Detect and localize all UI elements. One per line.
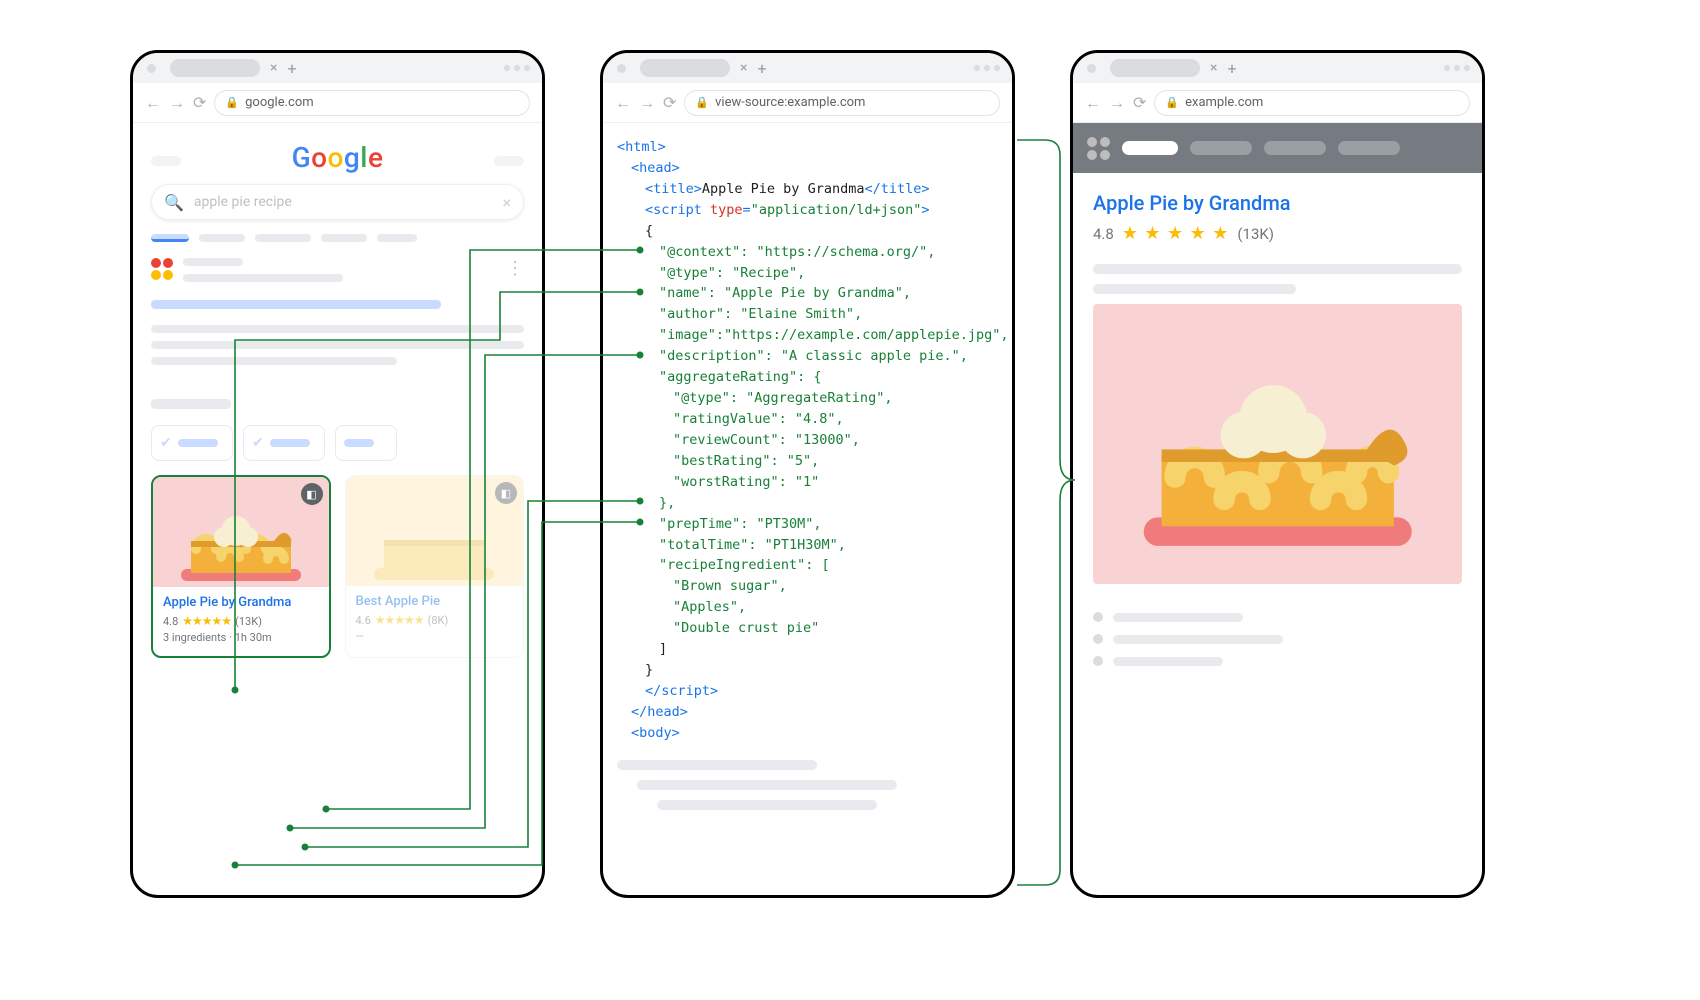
close-icon[interactable]: × <box>270 60 277 76</box>
browser-tabstrip: × + <box>1073 53 1482 83</box>
reload-icon[interactable]: ⟳ <box>193 93 206 112</box>
browser-urlbar: ← → ⟳ 🔒 google.com <box>133 83 542 123</box>
code-agg-line: "aggregateRating": { <box>659 369 822 385</box>
clear-icon[interactable]: × <box>502 193 511 212</box>
bookmark-icon[interactable]: ◧ <box>301 483 323 505</box>
phone-google-results: × + ← → ⟳ 🔒 google.com Google 🔍 a <box>130 50 545 898</box>
filter-chips: ✔ ✔ <box>151 425 524 461</box>
nav-item[interactable] <box>1264 141 1326 155</box>
recipe-hero-image <box>1093 304 1462 584</box>
ingredient-list <box>1093 612 1462 666</box>
site-favicon <box>151 258 173 280</box>
tab-all[interactable] <box>151 234 189 242</box>
search-icon: 🔍 <box>164 193 184 212</box>
site-logo-icon <box>1087 137 1110 160</box>
forward-icon[interactable]: → <box>169 93 185 113</box>
reload-icon[interactable]: ⟳ <box>663 93 676 112</box>
plus-icon[interactable]: + <box>1227 59 1236 78</box>
page-title: Apple Pie by Grandma <box>1093 191 1462 215</box>
pie-illustration <box>166 499 316 587</box>
code-name-line: "name": "Apple Pie by Grandma", <box>659 285 911 301</box>
close-icon[interactable]: × <box>1210 60 1217 76</box>
reload-icon[interactable]: ⟳ <box>1133 93 1146 112</box>
code-image-line: "image":"https://example.com/applepie.jp… <box>659 327 1009 343</box>
phone-example-site: × + ← → ⟳ 🔒 example.com Apple Pie by Gra… <box>1070 50 1485 898</box>
plus-icon[interactable]: + <box>757 59 766 78</box>
pie-illustration <box>1108 326 1447 584</box>
back-icon[interactable]: ← <box>145 93 161 113</box>
forward-icon[interactable]: → <box>639 93 655 113</box>
url-text: view-source:example.com <box>715 95 865 110</box>
recipe-card[interactable]: ◧ Best Apple Pie 4.6★★★★★(8K) — <box>345 475 525 658</box>
recipe-title: Best Apple Pie <box>356 594 514 609</box>
back-icon[interactable]: ← <box>1085 93 1101 113</box>
browser-tabstrip: × + <box>603 53 1012 83</box>
search-input[interactable]: 🔍 apple pie recipe × <box>151 184 524 220</box>
window-controls <box>504 65 530 71</box>
google-logo: Google <box>181 141 494 174</box>
browser-tab[interactable] <box>170 59 260 77</box>
star-icon: ★★★★★ <box>182 614 231 628</box>
nav-item[interactable] <box>1190 141 1252 155</box>
site-header <box>1073 123 1482 173</box>
code-ingr-line: "recipeIngredient": [ <box>659 557 830 573</box>
browser-tab[interactable] <box>640 59 730 77</box>
nav-item[interactable] <box>1122 141 1178 155</box>
phone-view-source: × + ← → ⟳ 🔒 view-source:example.com <htm… <box>600 50 1015 898</box>
lock-icon: 🔒 <box>225 96 239 109</box>
source-code: <html> <head> <title>Apple Pie by Grandm… <box>603 123 1012 744</box>
back-icon[interactable]: ← <box>615 93 631 113</box>
search-query: apple pie recipe <box>194 194 292 210</box>
close-icon[interactable]: × <box>740 60 747 76</box>
url-text: example.com <box>1185 95 1263 110</box>
browser-tabstrip: × + <box>133 53 542 83</box>
forward-icon[interactable]: → <box>1109 93 1125 113</box>
url-text: google.com <box>245 95 314 110</box>
recipe-card[interactable]: ◧ Apple Pie by Grand <box>151 475 331 658</box>
page-rating: 4.8 ★ ★ ★ ★ ★ (13K) <box>1093 223 1462 244</box>
plus-icon[interactable]: + <box>287 59 296 78</box>
star-icon: ★ ★ ★ ★ ★ <box>1122 223 1230 244</box>
url-field[interactable]: 🔒 example.com <box>1154 90 1470 116</box>
url-field[interactable]: 🔒 google.com <box>214 90 530 116</box>
browser-tab[interactable] <box>1110 59 1200 77</box>
bookmark-icon[interactable]: ◧ <box>495 482 517 504</box>
recipe-rating: 4.8 ★★★★★ (13K) <box>163 614 319 628</box>
search-result[interactable]: ⋮ <box>151 258 524 290</box>
recipe-image: ◧ <box>153 477 329 587</box>
recipe-meta: 3 ingredients · 1h 30m <box>163 631 319 644</box>
url-field[interactable]: 🔒 view-source:example.com <box>684 90 1000 116</box>
nav-item[interactable] <box>1338 141 1400 155</box>
lock-icon: 🔒 <box>695 96 709 109</box>
lock-icon: 🔒 <box>1165 96 1179 109</box>
code-total-line: "totalTime": "PT1H30M", <box>659 537 846 553</box>
search-tabs <box>151 234 524 242</box>
more-icon[interactable]: ⋮ <box>506 258 524 290</box>
body-skeleton <box>617 760 998 810</box>
recipe-title: Apple Pie by Grandma <box>163 595 319 610</box>
